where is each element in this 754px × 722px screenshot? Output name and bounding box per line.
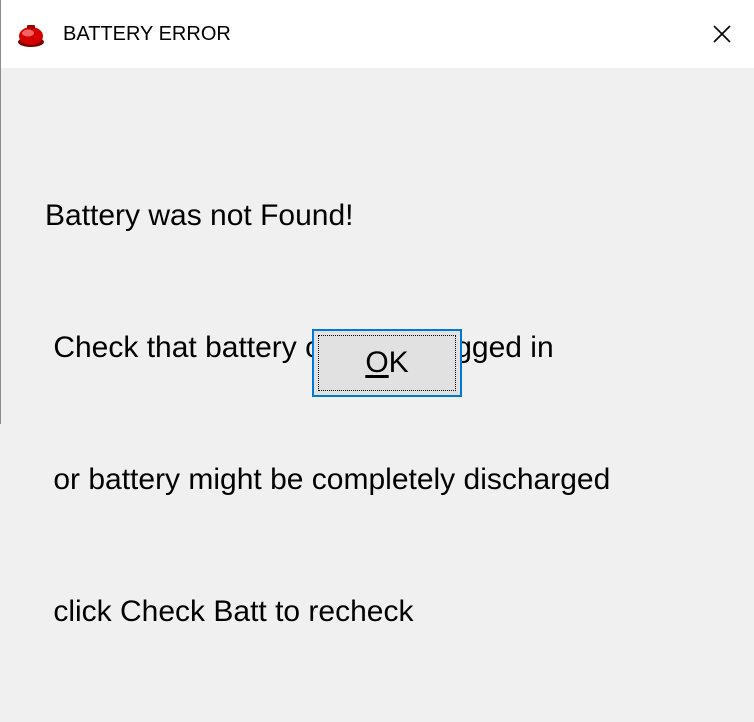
message-line: or battery might be completely discharge… bbox=[45, 463, 611, 496]
title-bar[interactable]: BATTERY ERROR bbox=[1, 0, 754, 68]
close-button[interactable] bbox=[690, 0, 754, 68]
message-line: Battery was not Found! bbox=[45, 199, 354, 232]
error-message: Battery was not Found! Check that batter… bbox=[45, 106, 610, 722]
close-icon bbox=[712, 24, 732, 44]
message-line: click Check Batt to recheck bbox=[45, 595, 414, 628]
ok-button-label: OK bbox=[365, 346, 408, 380]
battery-error-dialog: BATTERY ERROR Battery was not Found! Che… bbox=[0, 0, 754, 628]
ok-label-rest: K bbox=[388, 346, 409, 379]
ok-button[interactable]: OK bbox=[312, 329, 462, 397]
ok-mnemonic: O bbox=[365, 346, 389, 379]
dialog-body: Battery was not Found! Check that batter… bbox=[1, 68, 754, 628]
window-title: BATTERY ERROR bbox=[63, 23, 231, 45]
red-battery-icon bbox=[17, 24, 45, 48]
